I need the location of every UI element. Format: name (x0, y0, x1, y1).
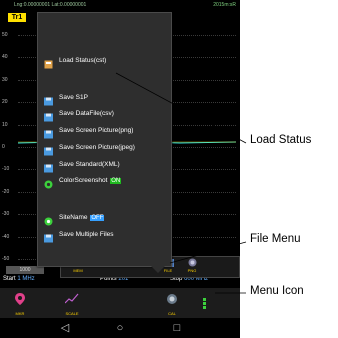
callout-menu-icon: Menu Icon (250, 285, 304, 297)
callout-file-menu: File Menu (250, 233, 301, 245)
callout-load-status: Load Status (250, 134, 312, 146)
